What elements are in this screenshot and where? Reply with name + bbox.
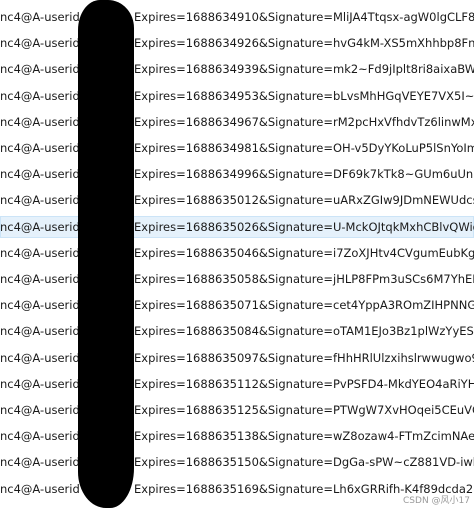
list-item[interactable]: nc4@A-userid Expires=1688635150&Signature…: [0, 451, 474, 473]
list-item[interactable]: nc4@A-userid Expires=1688635097&Signature…: [0, 347, 474, 369]
list-item[interactable]: nc4@A-userid Expires=1688635071&Signature…: [0, 294, 474, 316]
list-item-suffix: Expires=1688635150&Signature=DgGa-sPW~cZ…: [134, 455, 474, 470]
list-item[interactable]: nc4@A-userid Expires=1688635058&Signature…: [0, 268, 474, 290]
list-item-prefix: nc4@A-userid: [0, 429, 80, 444]
list-item-prefix: nc4@A-userid: [0, 298, 80, 313]
list-item[interactable]: nc4@A-userid Expires=1688634926&Signature…: [0, 32, 474, 54]
list-item[interactable]: nc4@A-userid Expires=1688634981&Signature…: [0, 137, 474, 159]
list-item-prefix: nc4@A-userid: [0, 455, 80, 470]
list-item-suffix: Expires=1688635071&Signature=cet4YppA3RO…: [134, 298, 474, 313]
list-item[interactable]: nc4@A-userid Expires=1688635026&Signature…: [0, 215, 474, 238]
list-item-prefix: nc4@A-userid: [0, 193, 80, 208]
list-item-prefix: nc4@A-userid: [0, 403, 80, 417]
list-item[interactable]: nc4@A-userid Expires=1688634939&Signature…: [0, 58, 474, 80]
list-item[interactable]: nc4@A-userid Expires=1688635046&Signature…: [0, 242, 474, 264]
list-item-prefix: nc4@A-userid: [0, 167, 80, 182]
list-item-suffix: Expires=1688634926&Signature=hvG4kM-XS5m…: [134, 36, 474, 51]
list-item-prefix: nc4@A-userid: [0, 350, 80, 365]
list-item[interactable]: nc4@A-userid Expires=1688634967&Signature…: [0, 111, 474, 133]
list-item-suffix: Expires=1688635138&Signature=wZ8ozaw4-FT…: [134, 429, 474, 444]
list-item-prefix: nc4@A-userid: [0, 36, 80, 51]
list-item-suffix: Expires=1688634953&Signature=bLvsMhHGqVE…: [134, 88, 474, 103]
list-item-suffix: Expires=1688635097&Signature=fHhHRlUlzxi…: [134, 350, 474, 365]
list-item-prefix: nc4@A-userid: [0, 114, 80, 129]
list-item[interactable]: nc4@A-userid Expires=1688634996&Signature…: [0, 163, 474, 185]
list-item-prefix: nc4@A-userid: [0, 141, 80, 155]
list-item[interactable]: nc4@A-userid Expires=1688635125&Signature…: [0, 399, 474, 421]
list-item-prefix: nc4@A-userid: [0, 10, 80, 24]
list-item-prefix: nc4@A-userid: [0, 324, 80, 339]
list-item-suffix: Expires=1688635084&Signature=oTAM1EJo3Bz…: [134, 324, 474, 339]
list-item-prefix: nc4@A-userid: [0, 219, 80, 234]
list-item-prefix: nc4@A-userid: [0, 481, 80, 496]
list-item-suffix: Expires=1688634981&Signature=OH-v5DyYKoL…: [134, 141, 474, 155]
list-item-suffix: Expires=1688635112&Signature=PvPSFD4-Mkd…: [134, 376, 474, 391]
list-item[interactable]: nc4@A-userid Expires=1688634953&Signature…: [0, 85, 474, 107]
list-item-suffix: Expires=1688635026&Signature=U-MckOJtqkM…: [134, 219, 474, 234]
list-item-suffix: Expires=1688634910&Signature=MliJA4Ttqsx…: [134, 10, 474, 24]
list-item-suffix: Expires=1688635046&Signature=i7ZoXJHtv4C…: [134, 245, 474, 260]
list-item-suffix: Expires=1688634996&Signature=DF69k7kTk8~…: [134, 167, 474, 182]
list-item-prefix: nc4@A-userid: [0, 62, 80, 77]
list-item[interactable]: nc4@A-userid Expires=1688635012&Signature…: [0, 189, 474, 211]
watermark-text: CSDN @风小17: [403, 496, 470, 506]
list-item-prefix: nc4@A-userid: [0, 88, 80, 103]
list-item-suffix: Expires=1688634967&Signature=rM2pcHxVfhd…: [134, 114, 474, 129]
redaction-mark: [78, 0, 134, 508]
list-item-prefix: nc4@A-userid: [0, 245, 80, 260]
list-item-prefix: nc4@A-userid: [0, 376, 80, 391]
list-item[interactable]: nc4@A-userid Expires=1688634910&Signature…: [0, 6, 474, 28]
list-item[interactable]: nc4@A-userid Expires=1688635138&Signature…: [0, 425, 474, 447]
list-item-suffix: Expires=1688634939&Signature=mk2~Fd9jIpl…: [134, 62, 474, 77]
list-item[interactable]: nc4@A-userid Expires=1688635112&Signature…: [0, 373, 474, 395]
url-list: nc4@A-userid Expires=1688634910&Signature…: [0, 0, 474, 508]
list-item-suffix: Expires=1688635012&Signature=uARxZGIw9JD…: [134, 193, 474, 208]
list-item-prefix: nc4@A-userid: [0, 272, 80, 286]
list-item-suffix: Expires=1688635125&Signature=PTWgW7XvHOq…: [134, 403, 474, 417]
list-item[interactable]: nc4@A-userid Expires=1688635084&Signature…: [0, 320, 474, 342]
list-item-suffix: Expires=1688635058&Signature=jHLP8FPm3uS…: [134, 272, 474, 286]
